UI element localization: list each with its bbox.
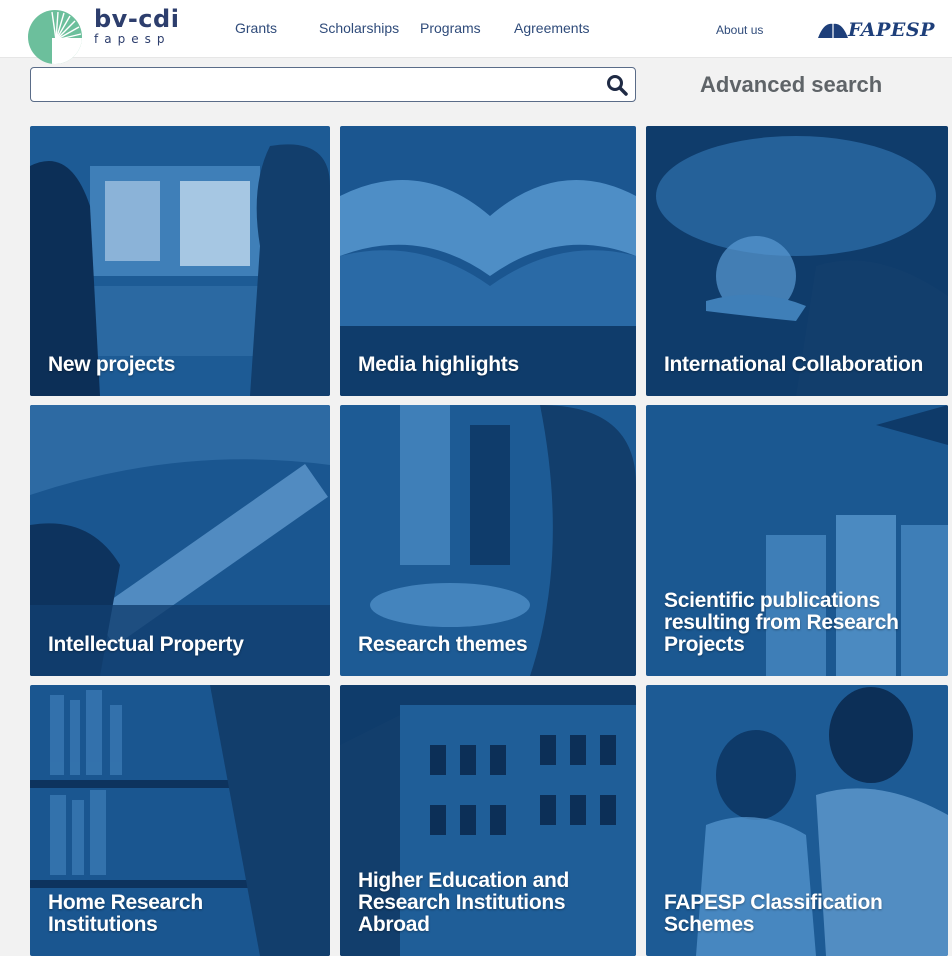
advanced-search-link[interactable]: Advanced search [700, 72, 882, 98]
tile-label: Media highlights [358, 353, 519, 376]
tile-research-themes[interactable]: Research themes [340, 405, 636, 676]
logo-leaf-icon [28, 10, 82, 64]
fapesp-logo[interactable]: FAPESP [816, 18, 936, 44]
tile-home-research-institutions[interactable]: Home Research Institutions [30, 685, 330, 956]
tile-higher-education-abroad[interactable]: Higher Education and Research Institutio… [340, 685, 636, 956]
tile-label: Intellectual Property [48, 633, 244, 656]
search-icon[interactable] [605, 73, 629, 97]
tile-label: New projects [48, 353, 176, 376]
tile-label: Scientific publications resulting from R… [664, 589, 899, 656]
tile-international-collaboration[interactable]: International Collaboration [646, 126, 948, 396]
logo-subtitle: fapesp [94, 32, 171, 46]
top-header: bv-cdi fapesp Grants Scholarships Progra… [0, 0, 952, 64]
tile-label: Higher Education and Research Institutio… [358, 869, 570, 936]
fapesp-book-icon [818, 23, 848, 38]
nav-scholarships[interactable]: Scholarships [319, 20, 399, 36]
logo-title: bv-cdi [94, 5, 180, 33]
tile-media-highlights[interactable]: Media highlights [340, 126, 636, 396]
nav-agreements[interactable]: Agreements [514, 20, 589, 36]
tile-label: Research themes [358, 633, 528, 656]
tile-label: FAPESP Classification Schemes [664, 891, 883, 936]
fapesp-wordmark: FAPESP [848, 19, 935, 41]
bv-cdi-logo[interactable]: bv-cdi fapesp [28, 5, 188, 64]
tile-fapesp-classification[interactable]: FAPESP Classification Schemes [646, 685, 948, 956]
nav-grants[interactable]: Grants [235, 20, 277, 36]
tile-scientific-publications[interactable]: Scientific publications resulting from R… [646, 405, 948, 676]
tile-label: International Collaboration [664, 353, 924, 376]
tile-new-projects[interactable]: New projects [30, 126, 330, 396]
nav-programs[interactable]: Programs [420, 20, 481, 36]
search-input[interactable] [37, 72, 597, 97]
tile-intellectual-property[interactable]: Intellectual Property [30, 405, 330, 676]
nav-about-us[interactable]: About us [716, 22, 763, 38]
search-bar [30, 67, 636, 102]
tile-label: Home Research Institutions [48, 891, 203, 936]
